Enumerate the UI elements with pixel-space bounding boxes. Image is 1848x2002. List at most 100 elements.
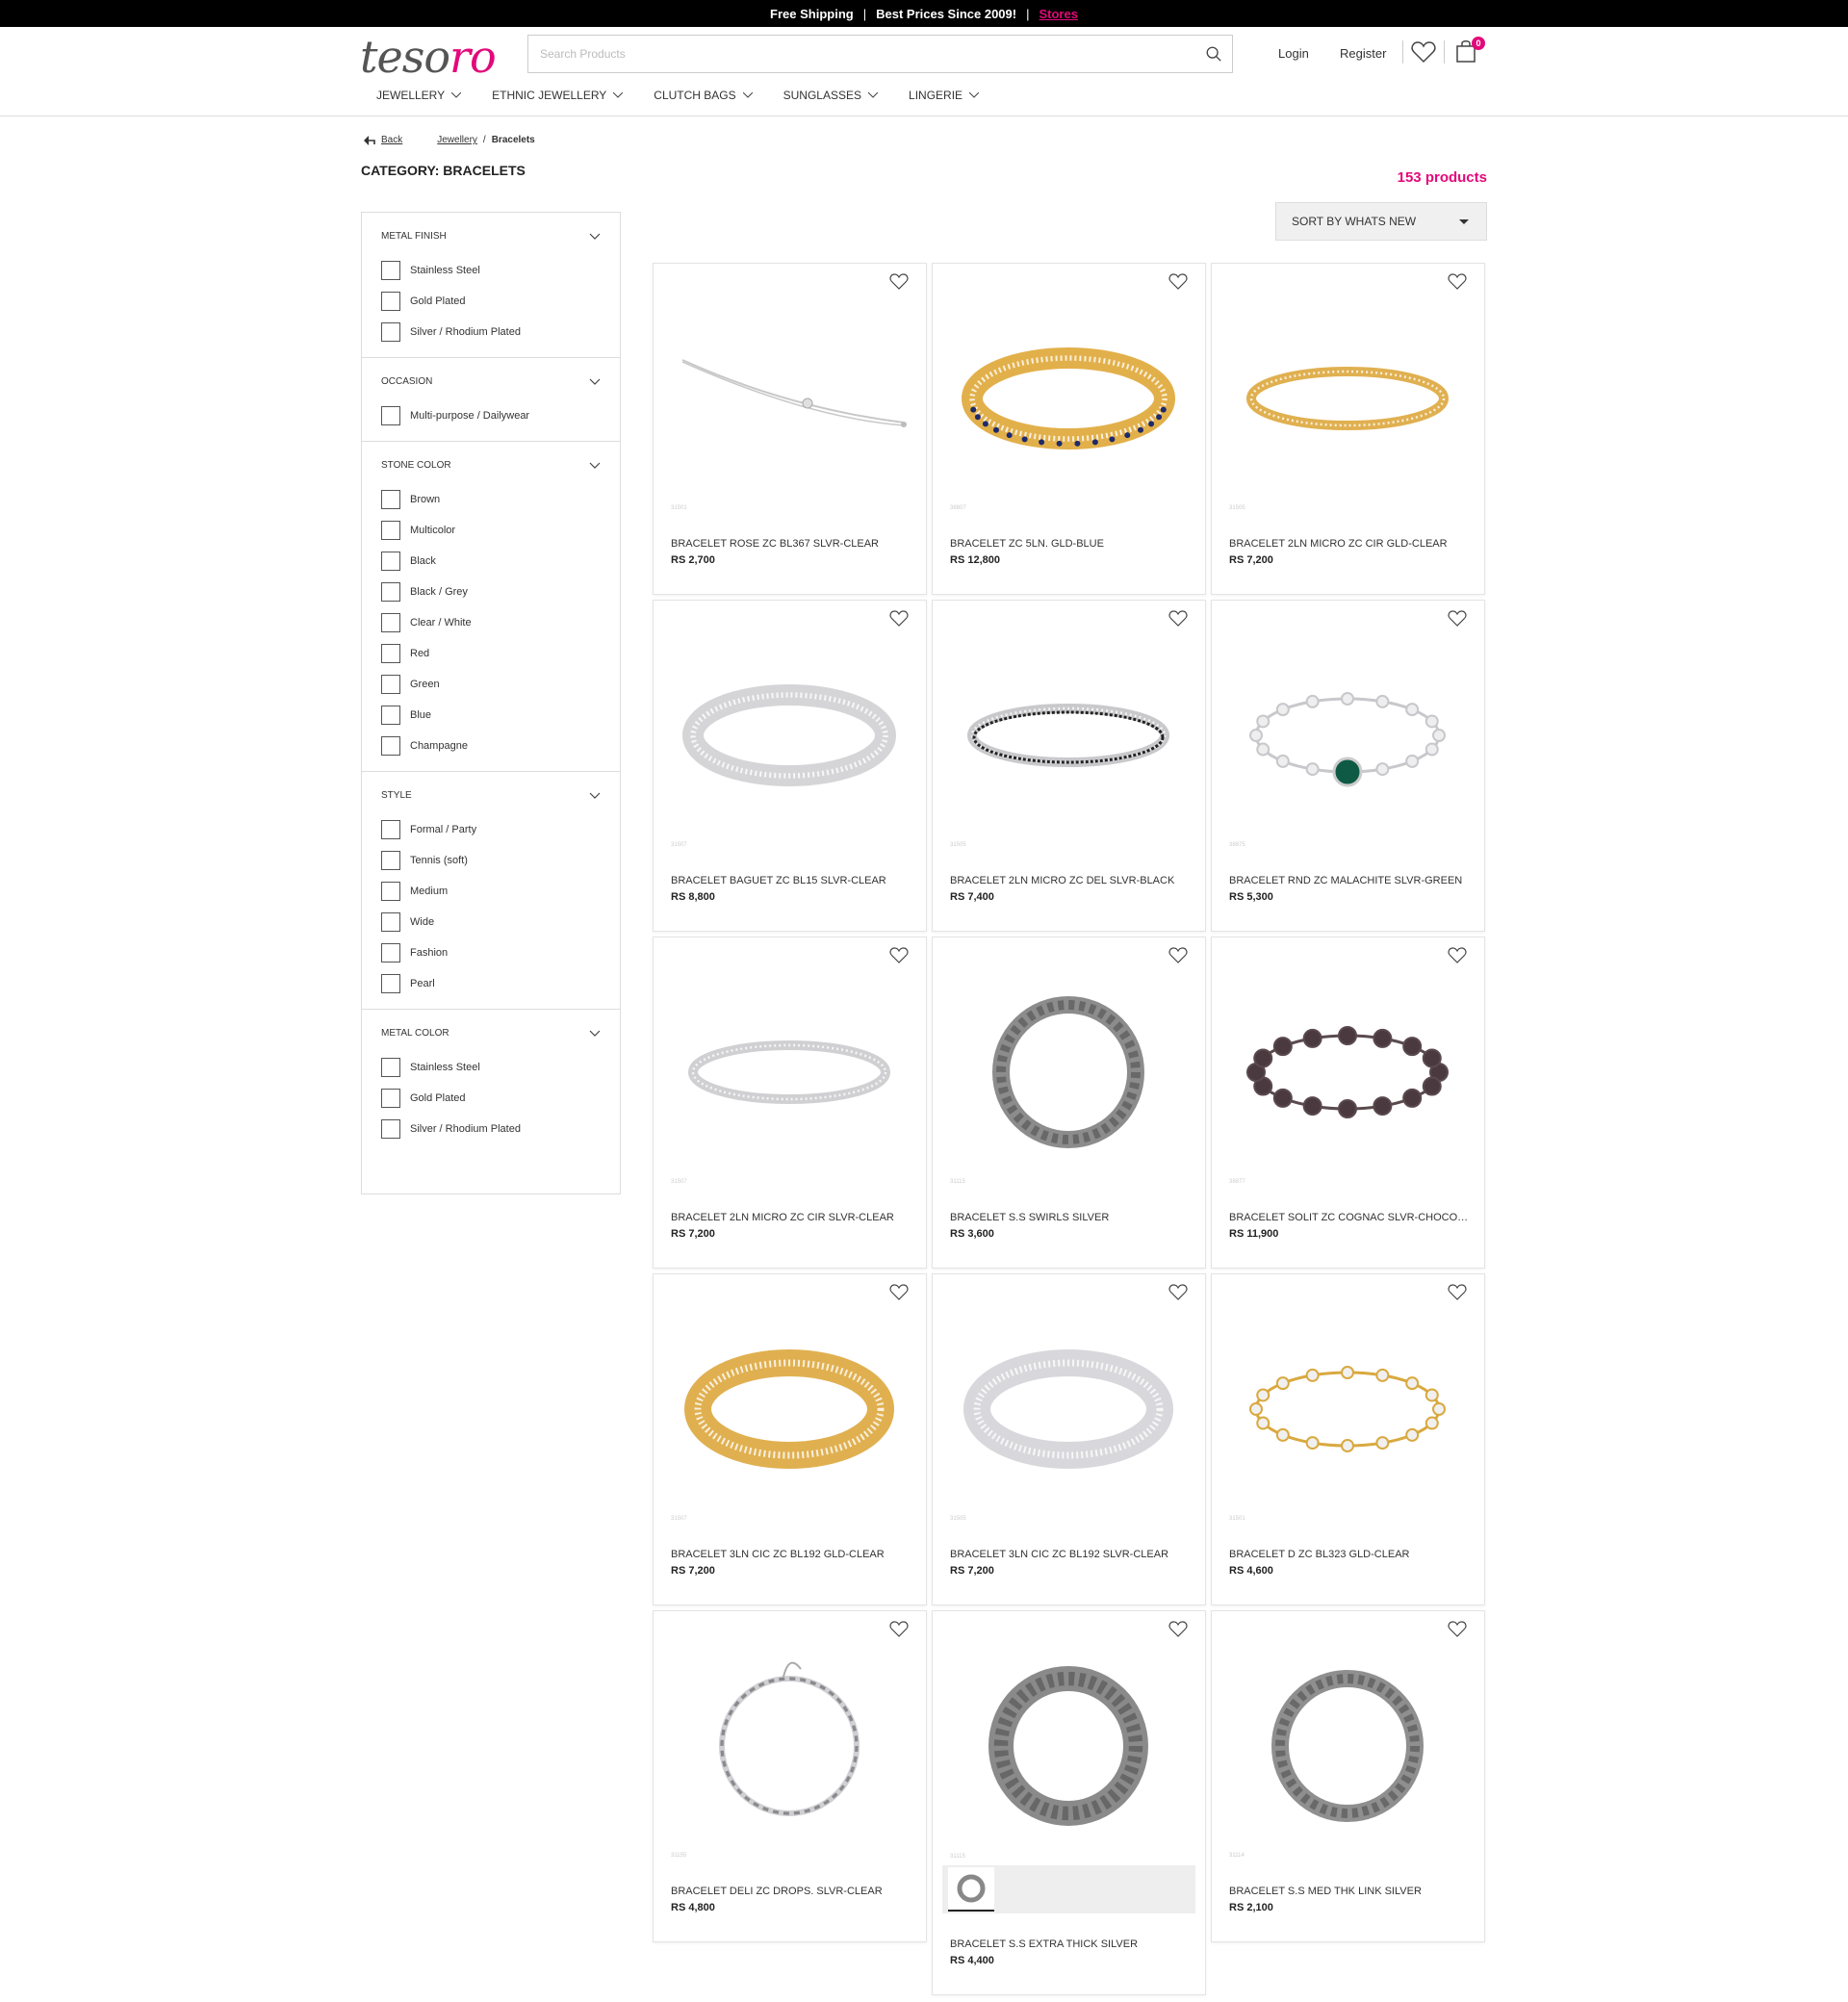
heart-icon[interactable] <box>889 610 909 628</box>
product-card[interactable]: 31507 BRACELET 2LN MICRO ZC CIR SLVR-CLEA… <box>653 937 927 1269</box>
heart-icon[interactable] <box>1448 1621 1467 1638</box>
product-name[interactable]: BRACELET 2LN MICRO ZC CIR SLVR-CLEAR <box>671 1212 911 1223</box>
checkbox[interactable] <box>381 820 400 839</box>
checkbox[interactable] <box>381 974 400 993</box>
heart-icon[interactable] <box>1168 1621 1188 1638</box>
filter-option[interactable]: Clear / White <box>381 607 601 638</box>
checkbox[interactable] <box>381 1058 400 1077</box>
product-image[interactable] <box>663 302 916 495</box>
filter-option[interactable]: Formal / Party <box>381 814 601 845</box>
checkbox[interactable] <box>381 1119 400 1139</box>
checkbox[interactable] <box>381 406 400 425</box>
sort-dropdown[interactable]: SORT BY WHATS NEW <box>1275 202 1487 241</box>
heart-icon[interactable] <box>1448 1284 1467 1301</box>
product-name[interactable]: BRACELET S.S EXTRA THICK SILVER <box>950 1938 1191 1950</box>
checkbox[interactable] <box>381 675 400 694</box>
checkbox[interactable] <box>381 322 400 342</box>
checkbox[interactable] <box>381 943 400 962</box>
product-card[interactable]: 31505 BRACELET 2LN MICRO ZC CIR GLD-CLEAR… <box>1211 263 1485 595</box>
product-image[interactable] <box>1221 302 1475 495</box>
heart-icon[interactable] <box>889 947 909 964</box>
product-name[interactable]: BRACELET SOLIT ZC COGNAC SLVR-CHOCOLATE <box>1229 1212 1470 1223</box>
filter-option[interactable]: Stainless Steel <box>381 255 601 286</box>
checkbox[interactable] <box>381 490 400 509</box>
product-image[interactable] <box>1221 639 1475 832</box>
search-icon[interactable] <box>1205 45 1222 63</box>
checkbox[interactable] <box>381 851 400 870</box>
product-image[interactable] <box>1221 1650 1475 1842</box>
register-link[interactable]: Register <box>1340 46 1386 61</box>
product-image[interactable] <box>942 1313 1195 1505</box>
product-card[interactable]: 38875 BRACELET RND ZC MALACHITE SLVR-GREE… <box>1211 600 1485 932</box>
filter-option[interactable]: Pearl <box>381 968 601 999</box>
checkbox[interactable] <box>381 582 400 602</box>
heart-icon[interactable] <box>1448 610 1467 628</box>
product-card[interactable]: 31507 BRACELET BAGUET ZC BL15 SLVR-CLEAR R… <box>653 600 927 932</box>
site-logo[interactable]: tesoro <box>360 31 497 83</box>
product-image[interactable] <box>663 976 916 1168</box>
heart-icon[interactable] <box>889 1284 909 1301</box>
product-image[interactable] <box>942 1650 1195 1842</box>
heart-icon[interactable] <box>1448 273 1467 291</box>
search-input[interactable] <box>528 36 1232 72</box>
nav-jewellery[interactable]: JEWELLERY <box>376 89 462 102</box>
product-name[interactable]: BRACELET DELI ZC DROPS. SLVR-CLEAR <box>671 1886 911 1897</box>
filter-option[interactable]: Medium <box>381 876 601 907</box>
product-name[interactable]: BRACELET RND ZC MALACHITE SLVR-GREEN <box>1229 875 1470 886</box>
product-image[interactable] <box>942 302 1195 495</box>
product-name[interactable]: BRACELET 2LN MICRO ZC DEL SLVR-BLACK <box>950 875 1191 886</box>
checkbox[interactable] <box>381 1089 400 1108</box>
filter-section-header[interactable]: METAL FINISH <box>381 213 601 255</box>
product-card[interactable]: 31505 BRACELET 3LN CIC ZC BL192 SLVR-CLEA… <box>932 1273 1206 1605</box>
filter-option[interactable]: Champagne <box>381 731 601 761</box>
nav-ethnic-jewellery[interactable]: ETHNIC JEWELLERY <box>492 89 624 102</box>
product-image[interactable] <box>663 639 916 832</box>
heart-icon[interactable] <box>889 1621 909 1638</box>
product-name[interactable]: BRACELET 3LN CIC ZC BL192 SLVR-CLEAR <box>950 1549 1191 1560</box>
filter-option[interactable]: Black <box>381 546 601 577</box>
filter-option[interactable]: Black / Grey <box>381 577 601 607</box>
heart-icon[interactable] <box>1168 610 1188 628</box>
filter-section-header[interactable]: STYLE <box>381 772 601 814</box>
product-name[interactable]: BRACELET S.S SWIRLS SILVER <box>950 1212 1191 1223</box>
filter-option[interactable]: Tennis (soft) <box>381 845 601 876</box>
product-image[interactable] <box>1221 976 1475 1168</box>
nav-sunglasses[interactable]: SUNGLASSES <box>783 89 879 102</box>
filter-option[interactable]: Multi-purpose / Dailywear <box>381 400 601 431</box>
product-card[interactable]: 38807 BRACELET ZC 5LN. GLD-BLUE RS 12,800 <box>932 263 1206 595</box>
heart-icon[interactable] <box>889 273 909 291</box>
checkbox[interactable] <box>381 644 400 663</box>
product-name[interactable]: BRACELET ROSE ZC BL367 SLVR-CLEAR <box>671 538 911 550</box>
heart-icon[interactable] <box>1168 947 1188 964</box>
nav-clutch-bags[interactable]: CLUTCH BAGS <box>654 89 753 102</box>
product-name[interactable]: BRACELET BAGUET ZC BL15 SLVR-CLEAR <box>671 875 911 886</box>
heart-icon[interactable] <box>1411 40 1436 64</box>
checkbox[interactable] <box>381 261 400 280</box>
filter-option[interactable]: Stainless Steel <box>381 1052 601 1083</box>
product-image[interactable] <box>942 976 1195 1168</box>
product-name[interactable]: BRACELET 3LN CIC ZC BL192 GLD-CLEAR <box>671 1549 911 1560</box>
breadcrumb-jewellery[interactable]: Jewellery <box>437 135 477 145</box>
filter-option[interactable]: Red <box>381 638 601 669</box>
filter-section-header[interactable]: STONE COLOR <box>381 442 601 484</box>
filter-option[interactable]: Silver / Rhodium Plated <box>381 317 601 347</box>
product-card[interactable]: 31155 BRACELET DELI ZC DROPS. SLVR-CLEAR R… <box>653 1610 927 1942</box>
stores-link[interactable]: Stores <box>1039 7 1077 21</box>
product-card[interactable]: 31501 BRACELET D ZC BL323 GLD-CLEAR RS 4,6… <box>1211 1273 1485 1605</box>
product-image[interactable] <box>1221 1313 1475 1505</box>
filter-option[interactable]: Gold Plated <box>381 1083 601 1114</box>
filter-option[interactable]: Blue <box>381 700 601 731</box>
product-card[interactable]: 31507 BRACELET 3LN CIC ZC BL192 GLD-CLEAR… <box>653 1273 927 1605</box>
nav-lingerie[interactable]: LINGERIE <box>909 89 980 102</box>
filter-option[interactable]: Multicolor <box>381 515 601 546</box>
product-card[interactable]: 31501 BRACELET ROSE ZC BL367 SLVR-CLEAR RS… <box>653 263 927 595</box>
product-name[interactable]: BRACELET ZC 5LN. GLD-BLUE <box>950 538 1191 550</box>
back-link[interactable]: Back <box>381 135 402 145</box>
filter-option[interactable]: Fashion <box>381 937 601 968</box>
heart-icon[interactable] <box>1448 947 1467 964</box>
filter-option[interactable]: Green <box>381 669 601 700</box>
heart-icon[interactable] <box>1168 273 1188 291</box>
back-arrow-icon[interactable] <box>364 135 375 145</box>
product-card[interactable]: 38877 BRACELET SOLIT ZC COGNAC SLVR-CHOCO… <box>1211 937 1485 1269</box>
filter-option[interactable]: Brown <box>381 484 601 515</box>
